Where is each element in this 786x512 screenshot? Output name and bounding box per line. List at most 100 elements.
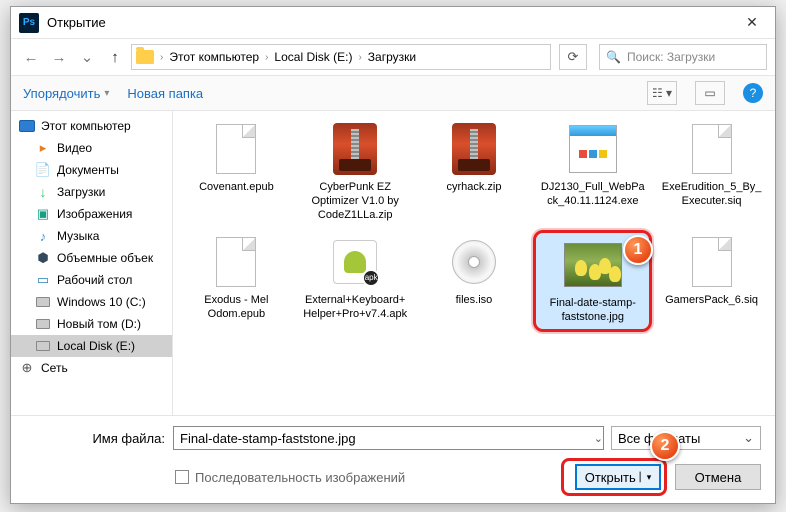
close-button[interactable]: ✕ (729, 7, 775, 39)
nav-recent[interactable]: ⌄ (75, 45, 99, 69)
sidebar-item[interactable]: ▭ Рабочий стол (11, 269, 172, 291)
sidebar: Этот компьютер▸Видео📄Документы↓Загрузки▣… (11, 111, 173, 415)
file-item[interactable]: GamersPack_6.siq (652, 230, 771, 332)
sidebar-item-label: Windows 10 (C:) (57, 295, 146, 309)
callout-1: 1 (623, 235, 653, 265)
sidebar-item[interactable]: ▣ Изображения (11, 203, 172, 225)
disk-icon (35, 317, 51, 331)
refresh-button[interactable]: ⟳ (559, 44, 587, 70)
file-icon (680, 121, 744, 177)
file-label: cyrhack.zip (442, 181, 505, 195)
open-button-highlight: Открыть▏▾ 2 (561, 458, 667, 496)
file-item[interactable]: Exodus - Mel Odom.epub (177, 230, 296, 332)
file-label: External+Keyboard+Helper+Pro+v7.4.apk (298, 294, 413, 322)
new-folder-button[interactable]: Новая папка (127, 86, 203, 101)
sidebar-item-label: Новый том (D:) (57, 317, 141, 331)
sidebar-item[interactable]: Windows 10 (C:) (11, 291, 172, 313)
disk-icon (35, 295, 51, 309)
filename-input[interactable] (173, 426, 604, 450)
breadcrumb-item[interactable]: Загрузки (364, 50, 420, 64)
sidebar-item-label: Local Disk (E:) (57, 339, 135, 353)
chevron-right-icon: › (160, 52, 163, 63)
dialog-body: Этот компьютер▸Видео📄Документы↓Загрузки▣… (11, 111, 775, 415)
breadcrumb-item[interactable]: Этот компьютер (165, 50, 263, 64)
sidebar-item-label: Этот компьютер (41, 119, 131, 133)
sidebar-item[interactable]: ▸ Видео (11, 137, 172, 159)
toolbar: Упорядочить▾ Новая папка ☷ ▾ ▭ ? (11, 75, 775, 111)
file-label: GamersPack_6.siq (661, 294, 762, 308)
file-item[interactable]: Covenant.epub (177, 117, 296, 226)
img-icon: ▣ (35, 207, 51, 221)
search-placeholder: Поиск: Загрузки (627, 50, 715, 64)
search-icon: 🔍 (606, 50, 621, 64)
file-label: Final-date-stamp-faststone.jpg (538, 297, 647, 325)
nav-up[interactable]: ↑ (103, 45, 127, 69)
open-file-dialog: Ps Открытие ✕ ← → ⌄ ↑ › Этот компьютер ›… (10, 6, 776, 504)
file-item[interactable]: CyberPunk EZ Optimizer V1.0 by CodeZ1LLa… (296, 117, 415, 226)
sidebar-item[interactable]: Local Disk (E:) (11, 335, 172, 357)
view-icons-button[interactable]: ☷ ▾ (647, 81, 677, 105)
sidebar-item[interactable]: Этот компьютер (11, 115, 172, 137)
sidebar-item[interactable]: 📄 Документы (11, 159, 172, 181)
file-label: Covenant.epub (195, 181, 278, 195)
desk-icon: ▭ (35, 273, 51, 287)
file-type-dropdown[interactable]: Все форматы (611, 426, 761, 450)
mus-icon: ♪ (35, 229, 51, 243)
file-icon (204, 121, 268, 177)
file-icon (680, 234, 744, 290)
file-icon (442, 121, 506, 177)
file-item[interactable]: ExeErudition_5_By_Executer.siq (652, 117, 771, 226)
sidebar-item-label: Документы (57, 163, 119, 177)
file-label: files.iso (452, 294, 497, 308)
sidebar-item-label: Объемные объек (57, 251, 153, 265)
vid-icon: ▸ (35, 141, 51, 155)
folder-icon (136, 50, 154, 64)
sidebar-item[interactable]: ↓Загрузки (11, 181, 172, 203)
file-icon: apk (323, 234, 387, 290)
file-label: CyberPunk EZ Optimizer V1.0 by CodeZ1LLa… (298, 181, 413, 222)
file-item[interactable]: files.iso (415, 230, 534, 332)
sidebar-item-label: Видео (57, 141, 92, 155)
file-icon (323, 121, 387, 177)
callout-2: 2 (650, 431, 680, 461)
breadcrumb-item[interactable]: Local Disk (E:) (270, 50, 356, 64)
organize-menu[interactable]: Упорядочить▾ (23, 86, 109, 101)
file-icon (204, 234, 268, 290)
sidebar-item-label: Рабочий стол (57, 273, 132, 287)
file-list: Covenant.epub CyberPunk EZ Optimizer V1.0… (173, 111, 775, 415)
mon-icon (19, 119, 35, 133)
dialog-title: Открытие (47, 15, 729, 30)
sidebar-item[interactable]: Новый том (D:) (11, 313, 172, 335)
cancel-button[interactable]: Отмена (675, 464, 761, 490)
sidebar-item[interactable]: ♪ Музыка (11, 225, 172, 247)
sidebar-item[interactable]: ⬢ Объемные объек (11, 247, 172, 269)
chevron-right-icon: › (265, 52, 268, 63)
file-item[interactable]: DJ2130_Full_WebPack_40.11.1124.exe (533, 117, 652, 226)
open-button[interactable]: Открыть▏▾ (575, 464, 661, 490)
photoshop-icon: Ps (19, 13, 39, 33)
file-item[interactable]: apk External+Keyboard+Helper+Pro+v7.4.apk (296, 230, 415, 332)
help-icon[interactable]: ? (743, 83, 763, 103)
sidebar-item[interactable]: ⊕ Сеть (11, 357, 172, 379)
nav-forward: → (47, 45, 71, 69)
sidebar-item-label: Музыка (57, 229, 99, 243)
vol-icon: ⬢ (35, 251, 51, 265)
file-item[interactable]: cyrhack.zip (415, 117, 534, 226)
view-preview-button[interactable]: ▭ (695, 81, 725, 105)
image-sequence-checkbox[interactable]: Последовательность изображений (175, 470, 405, 485)
search-input[interactable]: 🔍 Поиск: Загрузки (599, 44, 767, 70)
file-label: ExeErudition_5_By_Executer.siq (654, 181, 769, 209)
doc-icon: 📄 (35, 163, 51, 177)
breadcrumb-bar[interactable]: › Этот компьютер › Local Disk (E:) › Заг… (131, 44, 551, 70)
file-icon (442, 234, 506, 290)
file-icon (561, 237, 625, 293)
image-sequence-label: Последовательность изображений (195, 470, 405, 485)
file-label: DJ2130_Full_WebPack_40.11.1124.exe (535, 181, 650, 209)
nav-row: ← → ⌄ ↑ › Этот компьютер › Local Disk (E… (11, 39, 775, 75)
filename-label: Имя файла: (25, 431, 165, 446)
sidebar-item-label: Сеть (41, 361, 68, 375)
chevron-right-icon: › (358, 52, 361, 63)
sidebar-item-label: Изображения (57, 207, 132, 221)
nav-back[interactable]: ← (19, 45, 43, 69)
net-icon: ⊕ (19, 361, 35, 375)
